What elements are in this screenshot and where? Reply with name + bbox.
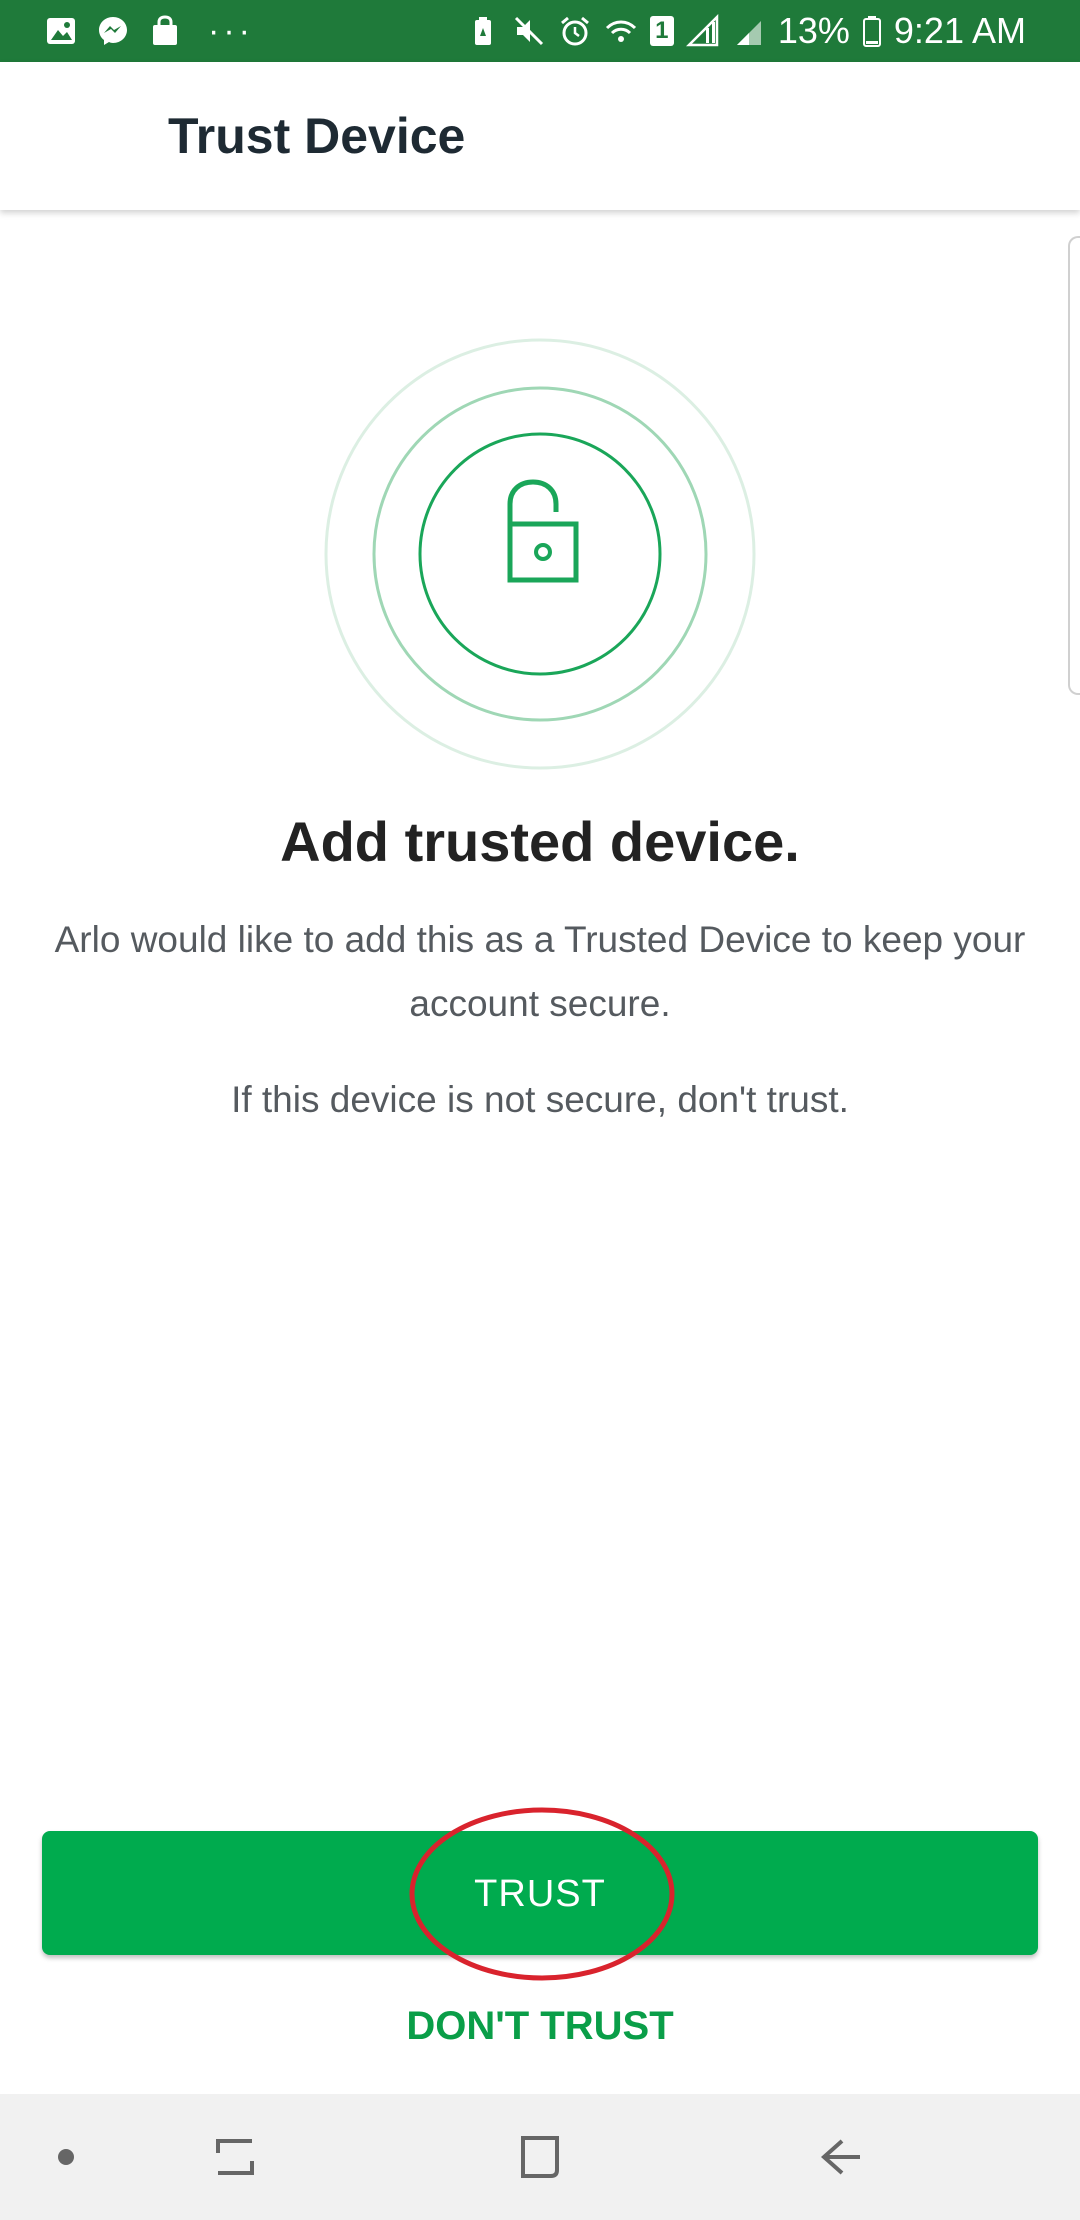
page-title: Trust Device bbox=[168, 108, 466, 164]
battery-icon bbox=[862, 16, 881, 47]
sim-slot-indicator: 1 bbox=[649, 16, 674, 46]
more-notifications-indicator: ··· bbox=[208, 12, 254, 50]
signal-icon bbox=[736, 21, 761, 45]
trust-button[interactable]: TRUST bbox=[42, 1831, 1038, 1955]
app-bar: Trust Device bbox=[0, 62, 1080, 210]
inner-ring bbox=[418, 432, 662, 676]
alarm-icon bbox=[560, 16, 589, 46]
battery-saver-icon bbox=[474, 17, 491, 45]
navigation-bar bbox=[0, 2094, 1080, 2220]
messenger-icon bbox=[99, 17, 127, 45]
signal-icon bbox=[685, 14, 719, 47]
middle-ring bbox=[372, 386, 708, 722]
battery-percent: 13% bbox=[777, 10, 850, 51]
status-bar: ··· 1 13% 9:21 AM bbox=[0, 0, 1080, 62]
wifi-icon bbox=[605, 20, 636, 42]
outer-ring bbox=[324, 338, 756, 770]
description-text: Arlo would like to add this as a Trusted… bbox=[54, 919, 1026, 1024]
shopping-bag-icon bbox=[153, 15, 177, 45]
headline: Add trusted device. bbox=[280, 810, 800, 873]
gallery-icon bbox=[47, 18, 75, 44]
warning-text: If this device is not secure, don't trus… bbox=[231, 1079, 849, 1120]
unlocked-padlock-icon bbox=[507, 479, 579, 583]
dot-icon[interactable] bbox=[40, 2094, 92, 2220]
edge-panel-handle[interactable] bbox=[1068, 236, 1080, 695]
back-icon[interactable] bbox=[796, 2094, 886, 2220]
trust-illustration bbox=[324, 338, 756, 770]
clock: 9:21 AM bbox=[893, 10, 1026, 51]
dont-trust-button[interactable]: DON'T TRUST bbox=[0, 1996, 1080, 2056]
notification-icons: ··· bbox=[44, 0, 254, 62]
mute-icon bbox=[514, 16, 543, 46]
system-indicators: 1 13% 9:21 AM bbox=[466, 0, 1026, 62]
home-icon[interactable] bbox=[492, 2094, 588, 2220]
recent-apps-icon[interactable] bbox=[190, 2094, 280, 2220]
